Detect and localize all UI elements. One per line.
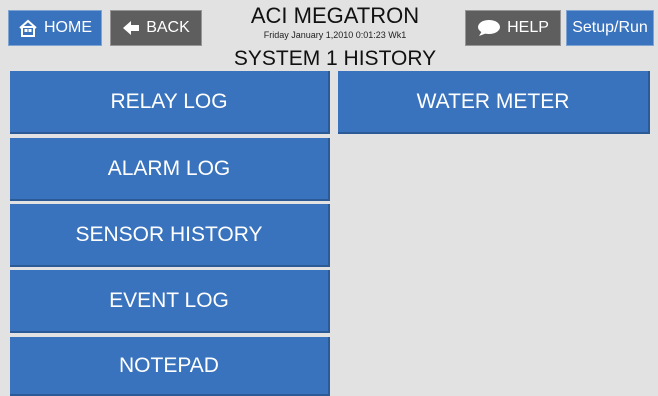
water-meter-label: WATER METER bbox=[416, 89, 570, 113]
setup-run-button[interactable]: Setup/Run bbox=[566, 10, 654, 46]
app-title: ACI MEGATRON bbox=[250, 3, 420, 28]
help-label: HELP bbox=[507, 19, 549, 36]
water-meter-button[interactable]: WATER METER bbox=[338, 71, 650, 134]
relay-log-button[interactable]: RELAY LOG bbox=[10, 71, 330, 134]
relay-log-label: RELAY LOG bbox=[110, 89, 228, 113]
home-button[interactable]: HOME bbox=[8, 10, 102, 46]
notepad-label: NOTEPAD bbox=[119, 353, 219, 377]
page-title: SYSTEM 1 HISTORY bbox=[233, 47, 437, 70]
sensor-history-label: SENSOR HISTORY bbox=[75, 222, 263, 246]
notepad-button[interactable]: NOTEPAD bbox=[10, 337, 330, 396]
back-arrow-icon bbox=[122, 19, 140, 37]
top-bar: HOME BACK ACI MEGATRON Friday January 1,… bbox=[0, 0, 658, 72]
help-button[interactable]: HELP bbox=[465, 10, 561, 46]
home-label: HOME bbox=[44, 19, 92, 36]
back-button[interactable]: BACK bbox=[110, 10, 202, 46]
alarm-log-button[interactable]: ALARM LOG bbox=[10, 138, 330, 201]
datetime-text: Friday January 1,2010 0:01:23 Wk1 bbox=[263, 30, 407, 40]
speech-bubble-icon bbox=[477, 19, 501, 37]
event-log-label: EVENT LOG bbox=[109, 288, 229, 312]
home-icon bbox=[18, 19, 38, 37]
event-log-button[interactable]: EVENT LOG bbox=[10, 270, 330, 333]
sensor-history-button[interactable]: SENSOR HISTORY bbox=[10, 204, 330, 267]
back-label: BACK bbox=[146, 19, 190, 36]
setup-run-label: Setup/Run bbox=[572, 19, 648, 36]
alarm-log-label: ALARM LOG bbox=[107, 156, 231, 180]
